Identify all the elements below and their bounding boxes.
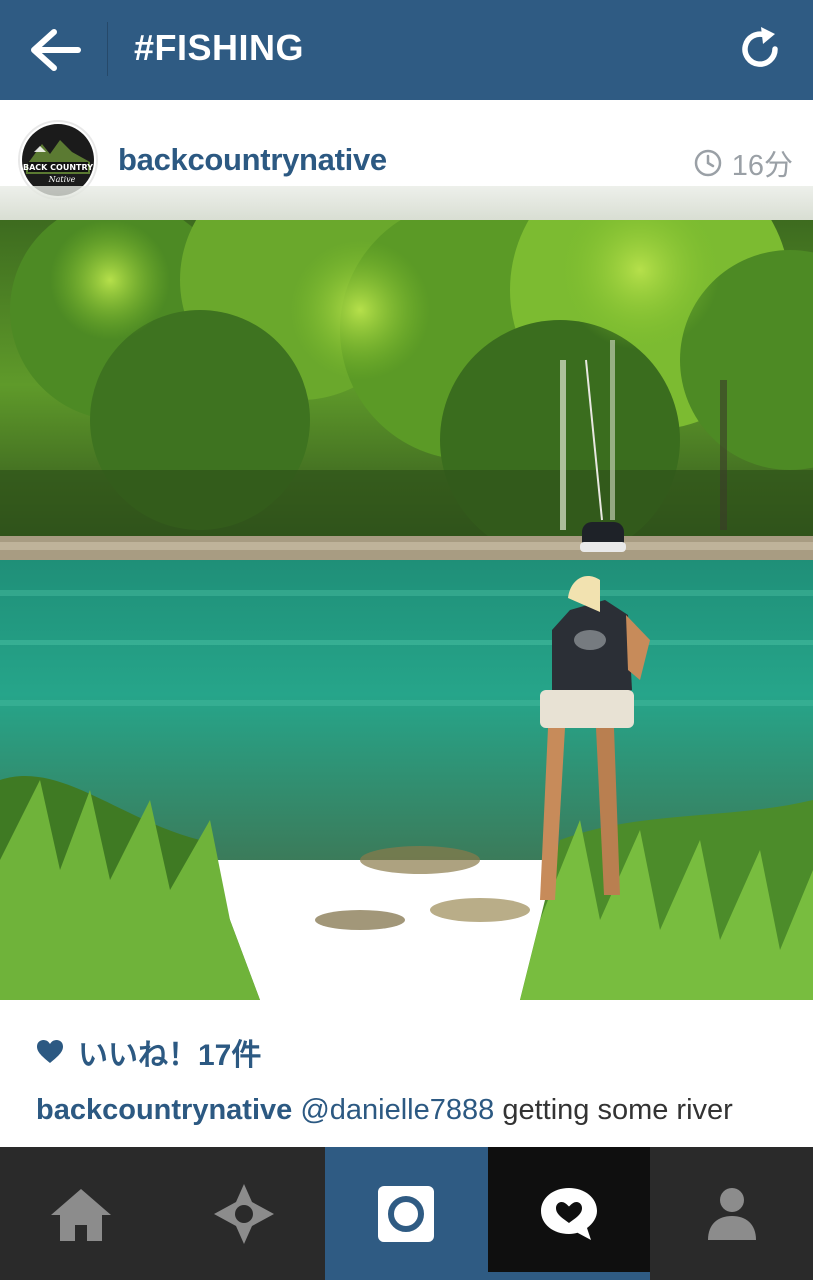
camera-icon bbox=[378, 1185, 435, 1242]
time-label: 16分 bbox=[731, 150, 793, 182]
nav-activity[interactable] bbox=[487, 1147, 651, 1280]
back-arrow-icon bbox=[31, 29, 81, 71]
likes-count: いいね！17件 bbox=[78, 1039, 262, 1072]
fishing-river-photo bbox=[0, 220, 813, 1000]
bottom-nav bbox=[0, 1147, 813, 1280]
back-button[interactable] bbox=[0, 0, 108, 100]
post-username[interactable]: backcountrynative bbox=[118, 142, 387, 178]
post-timestamp: 16分 bbox=[694, 142, 793, 184]
nav-home[interactable] bbox=[0, 1147, 163, 1280]
caption-mention[interactable]: @danielle7888 bbox=[300, 1094, 494, 1126]
likes-row[interactable]: いいね！17件 bbox=[36, 1030, 261, 1074]
caption-text: getting some river bbox=[494, 1094, 733, 1126]
top-bar: #FISHING bbox=[0, 0, 813, 100]
svg-text:Native: Native bbox=[48, 175, 76, 184]
nav-camera[interactable] bbox=[325, 1147, 488, 1280]
photo-top-blur bbox=[0, 186, 813, 220]
post-header: BACK COUNTRY Native backcountrynative 16… bbox=[0, 102, 813, 200]
profile-icon bbox=[707, 1187, 756, 1240]
heart-icon bbox=[37, 1040, 63, 1063]
refresh-icon bbox=[742, 27, 778, 67]
nav-explore[interactable] bbox=[163, 1147, 326, 1280]
caption-username[interactable]: backcountrynative bbox=[36, 1094, 292, 1126]
clock-icon bbox=[694, 149, 721, 177]
post-photo[interactable] bbox=[0, 220, 813, 1000]
refresh-button[interactable] bbox=[727, 16, 793, 82]
page-title: #FISHING bbox=[134, 27, 305, 68]
header-divider bbox=[107, 22, 108, 76]
explore-icon bbox=[213, 1183, 274, 1244]
svg-text:BACK COUNTRY: BACK COUNTRY bbox=[23, 163, 93, 172]
activity-icon bbox=[541, 1187, 598, 1240]
nav-profile[interactable] bbox=[650, 1147, 813, 1280]
post-caption: backcountrynative @danielle7888 getting … bbox=[36, 1094, 796, 1127]
home-icon bbox=[51, 1188, 112, 1241]
